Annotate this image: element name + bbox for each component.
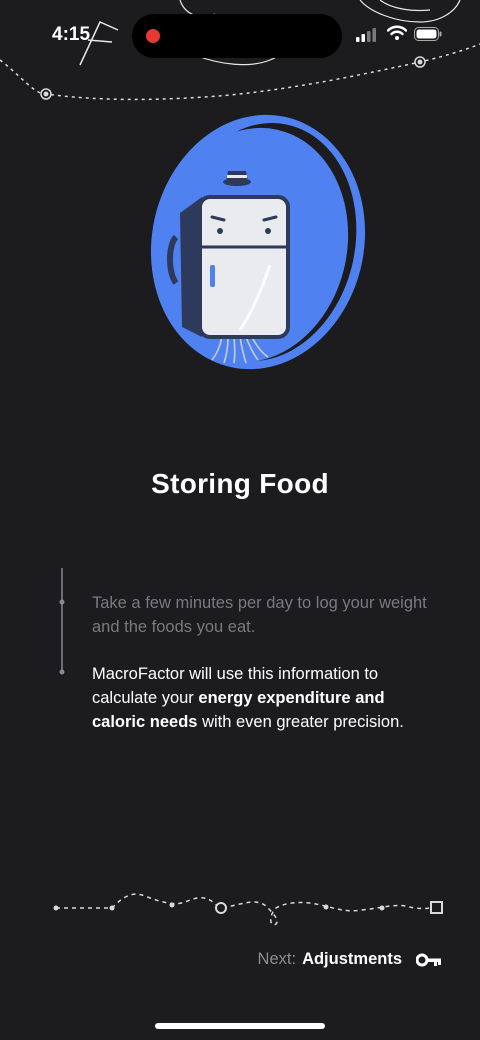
wifi-icon [387, 25, 407, 40]
onboarding-progress-path [53, 893, 443, 926]
battery-icon [414, 27, 442, 41]
description-paragraph-2-end: with even greater precision. [197, 713, 404, 731]
next-prefix-label: Next: [257, 950, 297, 968]
cellular-signal-icon [356, 28, 376, 42]
status-time: 4:15 [52, 24, 91, 45]
page-title: Storing Food [151, 468, 329, 499]
dynamic-island [132, 14, 342, 58]
description-paragraph-1: Take a few minutes per day to log your w… [92, 594, 427, 636]
description-paragraph-2: MacroFactor will use this information to… [92, 662, 442, 734]
recording-indicator-icon [146, 29, 160, 43]
fridge-character-illustration [150, 114, 366, 370]
description-timeline-line [59, 568, 65, 675]
next-step-button[interactable]: Next: Adjustments [258, 950, 442, 969]
key-icon [416, 953, 441, 966]
home-indicator[interactable] [155, 1023, 325, 1029]
next-target-label: Adjustments [302, 950, 402, 968]
